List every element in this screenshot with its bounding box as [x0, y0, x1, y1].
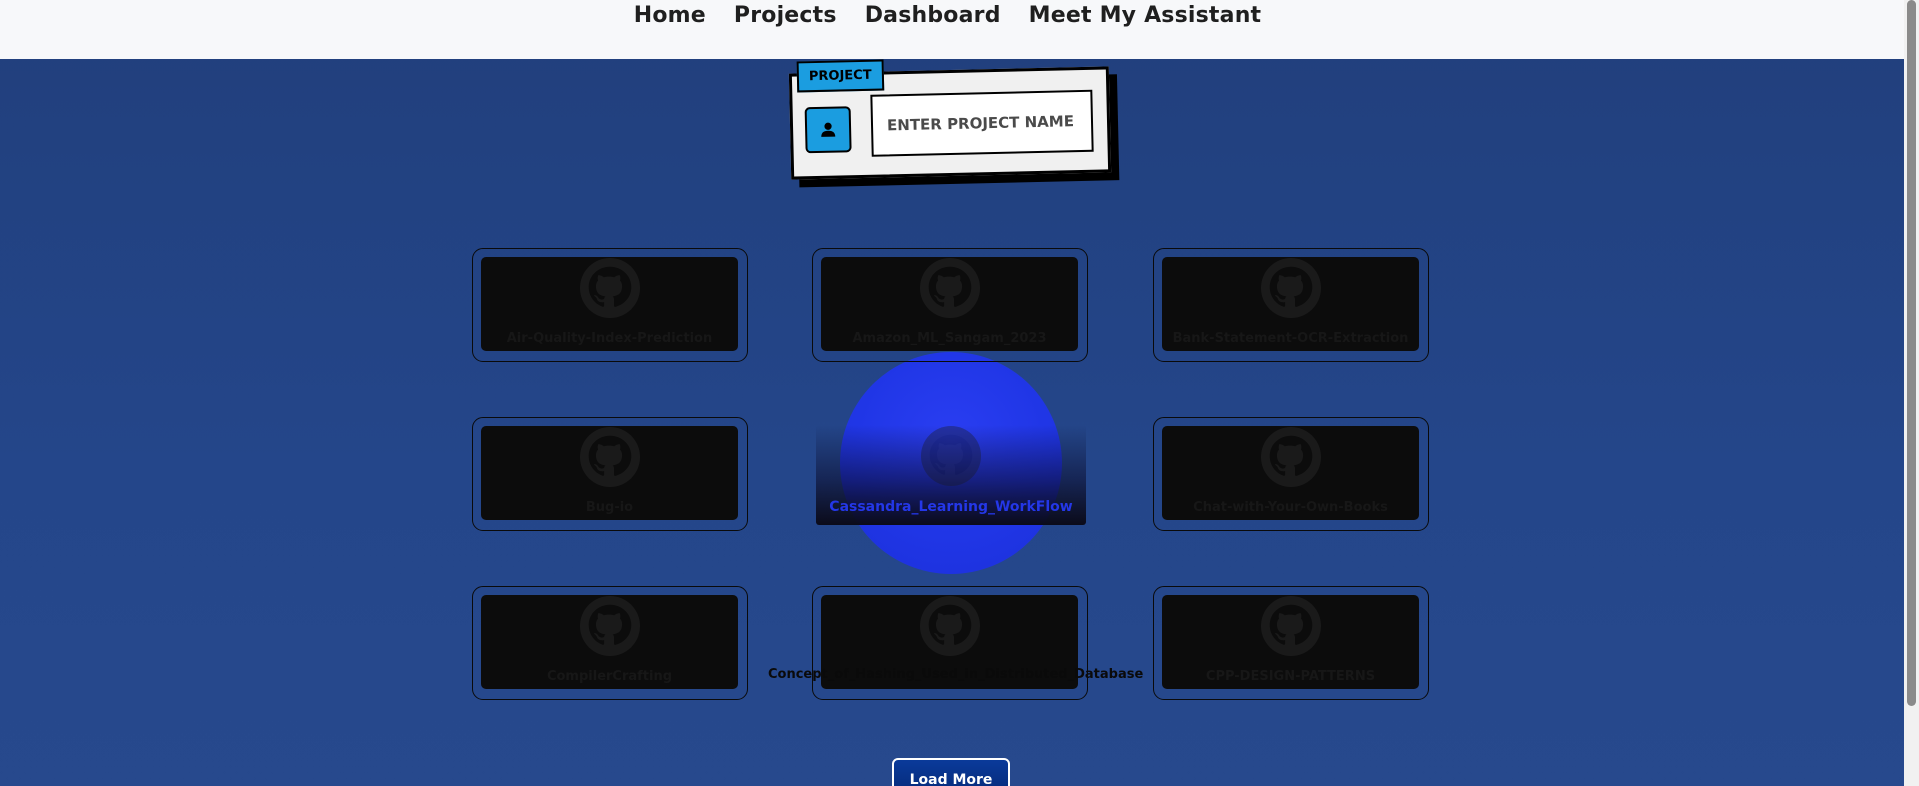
project-card-inner: CompilerCrafting [481, 595, 738, 689]
nav-link-dashboard[interactable]: Dashboard [864, 2, 1001, 30]
project-card-inner: Amazon_ML_Sangam_2023 [821, 257, 1078, 351]
user-icon [821, 122, 836, 137]
scrollbar[interactable] [1904, 0, 1919, 786]
github-icon [579, 426, 641, 488]
scrollbar-thumb[interactable] [1907, 0, 1916, 706]
project-title: CompilerCrafting [546, 669, 673, 684]
project-title: Amazon_ML_Sangam_2023 [852, 331, 1047, 346]
github-icon [579, 595, 641, 657]
project-card-inner: Bug-io [481, 426, 738, 520]
project-title: Air-Quality-Index-Prediction [506, 331, 713, 346]
project-title-overflow: Concept_of_Hashing_Used_in_Distributed_D… [768, 667, 1144, 682]
project-tag: PROJECT [796, 59, 884, 93]
github-icon [579, 257, 641, 319]
top-navbar: Home Projects Dashboard Meet My Assistan… [0, 0, 1904, 59]
project-card[interactable]: Air-Quality-Index-Prediction [472, 248, 748, 362]
hovered-project-title: Cassandra_Learning_WorkFlow [829, 499, 1073, 515]
project-title: Chat-with-Your-Own-Books [1193, 500, 1388, 515]
project-title: Bank-Statement-OCR-Extraction [1172, 331, 1409, 346]
nav-link-projects[interactable]: Projects [733, 2, 837, 30]
search-card-body: PROJECT [788, 59, 1112, 180]
project-search-card: PROJECT [788, 59, 1120, 188]
user-button[interactable] [804, 106, 852, 154]
project-name-input[interactable] [870, 89, 1094, 157]
project-card[interactable]: Bug-io [472, 417, 748, 531]
nav-link-assistant[interactable]: Meet My Assistant [1028, 2, 1262, 30]
nav-links: Home Projects Dashboard Meet My Assistan… [633, 2, 1262, 30]
github-icon [1260, 595, 1322, 657]
github-icon [1260, 257, 1322, 319]
project-card[interactable]: Chat-with-Your-Own-Books [1153, 417, 1429, 531]
nav-link-home[interactable]: Home [633, 2, 706, 30]
project-card[interactable]: CompilerCrafting [472, 586, 748, 700]
github-icon [919, 595, 981, 657]
project-card-inner: Air-Quality-Index-Prediction [481, 257, 738, 351]
project-title: CPP-DESIGN-PATTERNS [1205, 669, 1376, 684]
load-more-button[interactable]: Load More [892, 758, 1010, 786]
project-card-inner: CPP-DESIGN-PATTERNS [1162, 595, 1419, 689]
github-icon [920, 425, 982, 487]
project-card[interactable]: Bank-Statement-OCR-Extraction [1153, 248, 1429, 362]
project-card-inner: Bank-Statement-OCR-Extraction [1162, 257, 1419, 351]
project-title: Bug-io [585, 500, 634, 515]
project-card[interactable]: CPP-DESIGN-PATTERNS [1153, 586, 1429, 700]
github-icon [1260, 426, 1322, 488]
project-card[interactable]: Concept_of_Hashing_Used_in_Distributed_D… [812, 586, 1088, 700]
github-icon [919, 257, 981, 319]
project-card[interactable]: Amazon_ML_Sangam_2023 [812, 248, 1088, 362]
hovered-project-card[interactable]: Cassandra_Learning_WorkFlow [816, 425, 1086, 525]
project-card-inner: Chat-with-Your-Own-Books [1162, 426, 1419, 520]
